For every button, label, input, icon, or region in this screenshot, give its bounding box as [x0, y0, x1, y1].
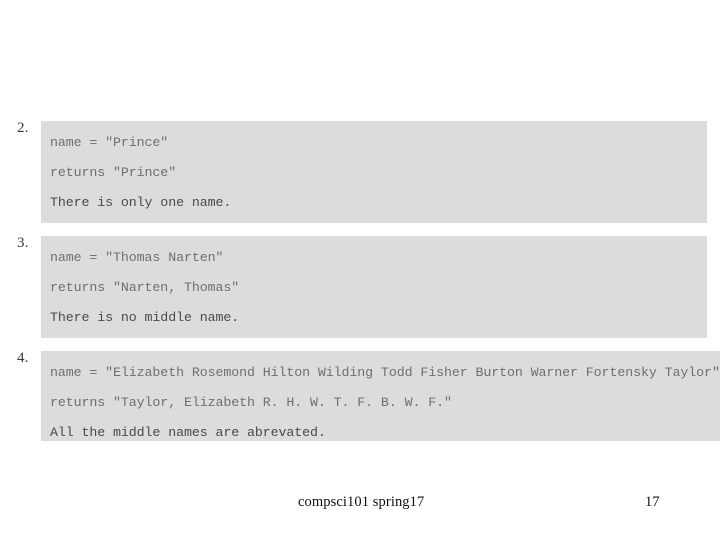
slide-canvas: 2. name = "Prince" returns "Prince" Ther…: [0, 0, 720, 540]
code-block: name = "Thomas Narten" returns "Narten, …: [41, 236, 707, 338]
example-item-number: 4.: [17, 350, 29, 366]
footer-page-number: 17: [645, 494, 660, 510]
example-item-number: 2.: [17, 120, 29, 136]
code-line-note: There is no middle name.: [50, 310, 240, 325]
code-block: name = "Elizabeth Rosemond Hilton Wildin…: [41, 351, 720, 441]
code-block: name = "Prince" returns "Prince" There i…: [41, 121, 707, 223]
code-line-assignment: name = "Prince": [50, 135, 169, 150]
code-line-note: There is only one name.: [50, 195, 232, 210]
example-item-number: 3.: [17, 235, 29, 251]
code-line-note: All the middle names are abrevated.: [50, 425, 326, 440]
code-line-assignment: name = "Thomas Narten": [50, 250, 224, 265]
code-line-returns: returns "Prince": [50, 165, 177, 180]
code-line-assignment: name = "Elizabeth Rosemond Hilton Wildin…: [50, 365, 720, 380]
footer-course-label: compsci101 spring17: [298, 494, 425, 510]
code-line-returns: returns "Narten, Thomas": [50, 280, 240, 295]
slide-footer: compsci101 spring17 17: [0, 494, 720, 518]
code-line-returns: returns "Taylor, Elizabeth R. H. W. T. F…: [50, 395, 452, 410]
